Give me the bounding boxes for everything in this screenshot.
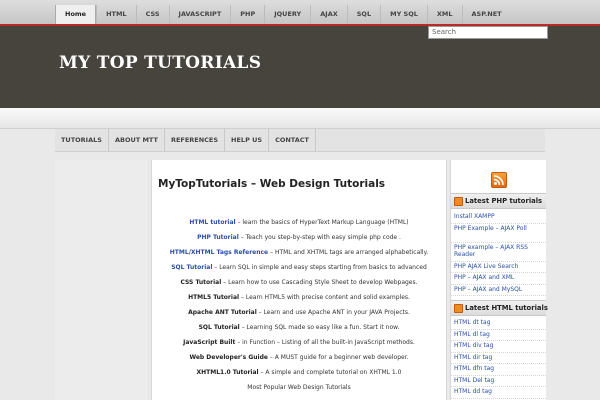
sidebar-link[interactable]: PHP example – AJAX RSS Reader [454, 244, 544, 259]
tutorial-item: HTML tutorial – learn the basics of Hype… [152, 215, 446, 230]
sidebar-link[interactable]: PHP Example – AJAX Poll [454, 225, 544, 233]
tutorial-item: Apache ANT Tutorial – Learn and use Apac… [152, 305, 446, 320]
tutorial-item: Most Popular Web Design Tutorials [152, 380, 446, 395]
tutorial-description: – in Function – Listing of all the built… [235, 339, 415, 346]
tutorial-link[interactable]: Apache ANT Tutorial [188, 309, 257, 316]
top-nav-asp-net[interactable]: ASP.NET [461, 5, 511, 24]
top-navigation-bar: Home HTML CSS JAVASCRIPT PHP JQUERY AJAX SQL MY … [0, 0, 600, 26]
top-nav-php[interactable]: PHP [230, 5, 264, 24]
sidebar-link[interactable]: HTML dfn tag [454, 365, 544, 373]
search-input[interactable]: Search [428, 26, 548, 39]
tutorial-item: SQL Tutorial – Learning SQL made so easy… [152, 320, 446, 335]
sidebar-divider [451, 295, 546, 296]
rss-feed-icon[interactable] [491, 172, 507, 188]
tutorial-description: – Learn HTML5 with precise content and s… [239, 294, 410, 301]
left-column [55, 160, 148, 400]
sidebar-divider [451, 374, 546, 376]
sidebar-divider [451, 241, 546, 243]
top-nav-css[interactable]: CSS [135, 5, 169, 24]
sidebar-link[interactable]: PHP AJAX Live Search [454, 263, 544, 271]
main-nav-items: TUTORIALS ABOUT MTT REFERENCES HELP US CONTA… [55, 129, 545, 151]
sidebar-divider [451, 283, 546, 285]
sidebar-link[interactable]: Install XAMPP [454, 213, 544, 221]
main-nav-contact[interactable]: CONTACT [269, 129, 316, 151]
rss-icon[interactable] [454, 304, 463, 313]
top-nav-xml[interactable]: XML [426, 5, 462, 24]
sidebar-link[interactable]: HTML Del tag [454, 377, 544, 385]
main-navigation-bar: TUTORIALS ABOUT MTT REFERENCES HELP US CONTA… [55, 129, 545, 152]
sidebar-link[interactable]: HTML dt tag [454, 319, 544, 327]
tutorial-item: JavaScript Built – in Function – Listing… [152, 335, 446, 350]
top-nav-javascript[interactable]: JAVASCRIPT [168, 5, 231, 24]
tutorial-description: – HTML and XHTML tags are arranged alpha… [268, 249, 429, 256]
html-heading-label: Latest HTML tutorials [465, 304, 548, 312]
top-nav-ajax[interactable]: AJAX [310, 5, 347, 24]
tutorial-description: – Learn SQL in simple and easy steps sta… [212, 264, 427, 271]
tutorial-list: HTML tutorial – learn the basics of Hype… [152, 215, 446, 395]
top-nav-sql[interactable]: SQL [346, 5, 380, 24]
tutorial-link[interactable]: HTML/XHTML Tags Reference [170, 249, 268, 256]
tutorial-item: HTML/XHTML Tags Reference – HTML and XHT… [152, 245, 446, 260]
sidebar-divider [451, 363, 546, 364]
sidebar-link[interactable]: PHP – AJAX and XML [454, 274, 544, 282]
tutorial-link[interactable]: JavaScript Built [183, 339, 235, 346]
tutorial-item: HTML5 Tutorial – Learn HTML5 with precis… [152, 290, 446, 305]
top-nav-home[interactable]: Home [55, 5, 97, 24]
php-heading-label: Latest PHP tutorials [465, 197, 543, 205]
sidebar-divider [451, 351, 546, 353]
top-nav-my-sql[interactable]: MY SQL [380, 5, 427, 24]
tutorial-description: – learn the basics of HyperText Markup L… [235, 219, 409, 226]
tutorial-link[interactable]: CSS Tutorial [180, 279, 221, 286]
php-tutorials-heading: Latest PHP tutorials [451, 193, 546, 209]
sidebar-link[interactable]: HTML dd tag [454, 388, 544, 396]
sidebar: Latest PHP tutorials Latest HTML tutoria… [450, 160, 548, 400]
top-nav-jquery[interactable]: JQUERY [264, 5, 310, 24]
sidebar-divider [451, 386, 546, 387]
sidebar-link[interactable]: HTML div tag [454, 342, 544, 350]
page-title: MyTopTutorials – Web Design Tutorials [158, 178, 386, 190]
sidebar-divider [451, 328, 546, 330]
tutorial-item: Web Developer's Guide – A MUST guide for… [152, 350, 446, 365]
tutorial-link[interactable]: HTML tutorial [189, 219, 235, 226]
tutorial-link[interactable]: PHP Tutorial [197, 234, 239, 241]
tutorial-item: SQL Tutorial – Learn SQL in simple and e… [152, 260, 446, 275]
sidebar-link[interactable]: HTML dir tag [454, 354, 544, 362]
sidebar-link[interactable]: HTML dl tag [454, 331, 544, 339]
tutorial-link[interactable]: HTML5 Tutorial [188, 294, 239, 301]
tutorial-description: Most Popular Web Design Tutorials [247, 384, 351, 391]
top-nav-html[interactable]: HTML [96, 5, 135, 24]
tutorial-link[interactable]: SQL Tutorial [199, 324, 240, 331]
sidebar-divider [451, 222, 546, 224]
main-nav-references[interactable]: REFERENCES [165, 129, 226, 151]
tutorial-description: – A MUST guide for a beginner web develo… [267, 354, 409, 361]
tutorial-description: – A simple and complete tutorial on XHTM… [258, 369, 402, 376]
tutorial-description: – Teach you step-by-step with easy simpl… [238, 234, 401, 241]
tutorial-item: CSS Tutorial – Learn how to use Cascadin… [152, 275, 446, 290]
main-content: MyTopTutorials – Web Design Tutorials HT… [151, 160, 447, 400]
html-tutorials-heading: Latest HTML tutorials [451, 300, 548, 316]
tutorial-item: PHP Tutorial – Teach you step-by-step wi… [152, 230, 446, 245]
tutorial-description: – Learning SQL made so easy like a fun. … [239, 324, 400, 331]
main-nav-tutorials[interactable]: TUTORIALS [55, 129, 109, 151]
sidebar-divider [451, 397, 546, 399]
tutorial-link[interactable]: Web Developer's Guide [189, 354, 268, 361]
tutorial-item: XHTML1.0 Tutorial – A simple and complet… [152, 365, 446, 380]
site-title[interactable]: MY TOP TUTORIALS [59, 53, 261, 73]
top-nav-items: Home HTML CSS JAVASCRIPT PHP JQUERY AJAX SQL MY … [55, 5, 511, 24]
sidebar-divider [451, 340, 546, 341]
main-nav-help-us[interactable]: HELP US [225, 129, 270, 151]
sidebar-divider [451, 260, 546, 262]
sidebar-link[interactable]: PHP – AJAX and MySQL [454, 286, 544, 294]
header-band [0, 108, 600, 129]
tutorial-link[interactable]: XHTML1.0 Tutorial [197, 369, 259, 376]
tutorial-description: – Learn and use Apache ANT in your JAVA … [256, 309, 410, 316]
tutorial-description: – Learn how to use Cascading Style Sheet… [221, 279, 418, 286]
site-header: MY TOP TUTORIALS Search [0, 26, 600, 108]
sidebar-divider [451, 272, 546, 273]
main-nav-about-mtt[interactable]: ABOUT MTT [109, 129, 165, 151]
tutorial-link[interactable]: SQL Tutorial [171, 264, 212, 271]
rss-icon[interactable] [454, 197, 463, 206]
